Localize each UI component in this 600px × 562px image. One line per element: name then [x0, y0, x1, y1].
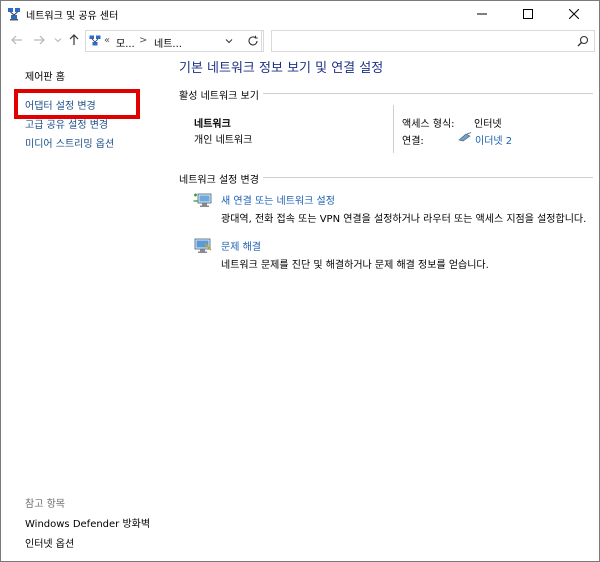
control-panel-icon	[89, 35, 101, 46]
troubleshoot-problems-description: 네트워크 문제를 진단 및 해결하거나 문제 해결 정보를 얻습니다.	[221, 260, 489, 271]
arrow-up-icon	[69, 34, 79, 45]
ethernet-icon	[458, 132, 472, 142]
breadcrumb-overflow[interactable]: «	[104, 35, 110, 46]
network-center-icon	[8, 8, 20, 21]
access-type-label: 액세스 형식:	[402, 119, 455, 130]
minimize-button[interactable]	[459, 1, 505, 27]
recent-locations-button[interactable]	[50, 32, 66, 48]
up-button[interactable]	[66, 32, 82, 48]
page-title: 기본 네트워크 정보 보기 및 연결 설정	[179, 61, 384, 76]
internet-options-link[interactable]: 인터넷 옵션	[25, 535, 74, 550]
maximize-button[interactable]	[505, 1, 551, 27]
arrow-right-icon	[34, 35, 45, 45]
breadcrumb-separator[interactable]: >	[139, 35, 147, 46]
active-networks-heading: 활성 네트워크 보기	[179, 91, 259, 102]
maximize-icon	[523, 9, 533, 19]
network-sharing-center-window: 네트워크 및 공유 센터 « 모... > 네트... 제어판 홈 어댑터 설정…	[0, 0, 600, 562]
highlight-annotation	[14, 89, 140, 119]
new-connection-icon	[193, 193, 212, 207]
navigation-bar: « 모... > 네트...	[1, 27, 599, 55]
network-name: 네트워크	[194, 119, 231, 130]
back-button[interactable]	[9, 32, 25, 48]
ethernet-connection-link[interactable]: 이더넷 2	[475, 132, 512, 147]
title-bar[interactable]: 네트워크 및 공유 센터	[1, 1, 599, 27]
refresh-icon	[248, 35, 258, 46]
minimize-icon	[477, 13, 487, 15]
arrow-left-icon	[11, 35, 22, 45]
set-up-new-connection-link[interactable]: 새 연결 또는 네트워크 설정	[221, 192, 335, 207]
divider	[263, 177, 593, 178]
troubleshoot-icon	[194, 238, 212, 253]
connection-label: 연결:	[402, 136, 424, 147]
see-also-heading: 참고 항목	[25, 499, 65, 510]
search-input[interactable]	[271, 30, 595, 52]
vertical-divider	[393, 105, 394, 153]
set-up-new-connection-description: 광대역, 전화 접속 또는 VPN 연결을 설정하거나 라우터 또는 액세스 지…	[221, 214, 587, 225]
network-category-link[interactable]: 개인 네트워크	[194, 131, 252, 146]
window-title: 네트워크 및 공유 센터	[26, 11, 119, 22]
address-bar[interactable]: « 모... > 네트...	[85, 30, 262, 52]
media-streaming-options-link[interactable]: 미디어 스트리밍 옵션	[25, 135, 114, 150]
refresh-button[interactable]	[242, 30, 264, 52]
close-icon	[569, 9, 579, 19]
breadcrumb-item-network[interactable]: 네트...	[154, 35, 182, 50]
divider	[263, 93, 593, 94]
close-button[interactable]	[551, 1, 597, 27]
chevron-down-icon	[54, 38, 62, 43]
search-icon	[577, 35, 589, 47]
troubleshoot-problems-link[interactable]: 문제 해결	[221, 238, 261, 253]
access-type-value: 인터넷	[474, 119, 502, 130]
chevron-down-icon[interactable]	[223, 35, 235, 47]
windows-defender-firewall-link[interactable]: Windows Defender 방화벽	[25, 515, 150, 530]
forward-button[interactable]	[31, 32, 47, 48]
breadcrumb-item-control-panel[interactable]: 모...	[116, 35, 135, 50]
control-panel-home-link[interactable]: 제어판 홈	[25, 68, 65, 83]
change-network-settings-heading: 네트워크 설정 변경	[179, 175, 259, 186]
